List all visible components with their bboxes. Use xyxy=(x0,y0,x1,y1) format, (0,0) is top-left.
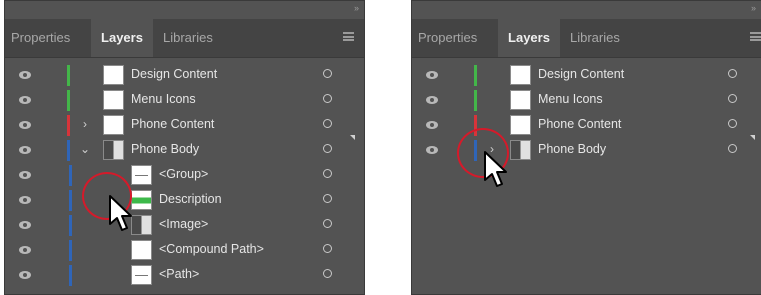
tab-layers[interactable]: Layers xyxy=(498,19,560,57)
layer-row[interactable]: ⌄ Phone Body xyxy=(5,135,364,163)
layer-thumbnail xyxy=(510,140,531,160)
layers-panel-expanded: ›› Properties Layers Libraries Design Co… xyxy=(4,0,365,295)
layer-name[interactable]: Menu Icons xyxy=(131,92,196,106)
layer-color-bar xyxy=(69,190,72,211)
layer-thumbnail xyxy=(103,140,124,160)
layer-row[interactable]: <Compound Path> xyxy=(5,238,364,263)
layer-name[interactable]: Phone Body xyxy=(538,142,606,156)
layer-thumbnail xyxy=(131,190,152,210)
eye-icon[interactable] xyxy=(19,246,31,254)
selection-indicator-icon xyxy=(350,135,355,140)
eye-icon[interactable] xyxy=(19,271,31,279)
layer-row[interactable]: <Path> xyxy=(5,263,364,288)
layer-color-bar xyxy=(474,90,477,111)
layer-thumbnail xyxy=(510,115,531,135)
mouse-pointer-icon xyxy=(109,195,132,231)
eye-icon[interactable] xyxy=(19,221,31,229)
eye-icon[interactable] xyxy=(19,96,31,104)
target-circle-icon[interactable] xyxy=(323,219,332,228)
layer-color-bar xyxy=(69,265,72,286)
eye-icon[interactable] xyxy=(426,121,438,129)
layer-color-bar xyxy=(69,165,72,186)
disclosure-arrow-icon[interactable]: ⌄ xyxy=(79,142,91,156)
tab-libraries[interactable]: Libraries xyxy=(570,19,640,57)
target-circle-icon[interactable] xyxy=(323,119,332,128)
eye-icon[interactable] xyxy=(426,146,438,154)
target-circle-icon[interactable] xyxy=(728,69,737,78)
layer-name[interactable]: Menu Icons xyxy=(538,92,603,106)
eye-icon[interactable] xyxy=(19,171,31,179)
tab-properties[interactable]: Properties xyxy=(418,19,492,57)
layer-row[interactable]: ›Description xyxy=(5,188,364,213)
layer-row[interactable]: <Group> xyxy=(5,163,364,188)
layer-thumbnail xyxy=(510,65,531,85)
panel-menu-icon[interactable] xyxy=(750,32,761,41)
target-circle-icon[interactable] xyxy=(323,269,332,278)
target-circle-icon[interactable] xyxy=(323,169,332,178)
collapse-panel-icon[interactable]: ›› xyxy=(354,3,359,13)
eye-icon[interactable] xyxy=(19,71,31,79)
layer-color-bar xyxy=(67,90,70,111)
target-circle-icon[interactable] xyxy=(728,94,737,103)
layer-row[interactable]: › Phone Content xyxy=(5,113,364,138)
layer-color-bar xyxy=(67,65,70,86)
layer-row[interactable]: Menu Icons xyxy=(5,88,364,113)
panel-tab-bar: Properties Layers Libraries xyxy=(412,19,761,58)
selection-indicator-icon xyxy=(750,135,755,140)
collapse-panel-icon[interactable]: ›› xyxy=(751,3,756,13)
layer-name[interactable]: Phone Body xyxy=(131,142,199,156)
layers-list: Design Content Menu Icons › Phone Content ⌄ P… xyxy=(5,63,364,288)
eye-icon[interactable] xyxy=(19,196,31,204)
layer-color-bar xyxy=(69,215,72,236)
tab-properties[interactable]: Properties xyxy=(11,19,85,57)
layer-thumbnail xyxy=(131,165,152,185)
panel-tab-bar: Properties Layers Libraries xyxy=(5,19,364,58)
target-circle-icon[interactable] xyxy=(323,144,332,153)
target-circle-icon[interactable] xyxy=(323,69,332,78)
panel-menu-icon[interactable] xyxy=(343,32,354,41)
target-circle-icon[interactable] xyxy=(323,94,332,103)
layer-thumbnail xyxy=(131,215,152,235)
layer-name[interactable]: Phone Content xyxy=(538,117,621,131)
layer-thumbnail xyxy=(131,265,152,285)
target-circle-icon[interactable] xyxy=(323,194,332,203)
eye-icon[interactable] xyxy=(426,71,438,79)
tab-layers[interactable]: Layers xyxy=(91,19,153,57)
layer-thumbnail xyxy=(103,115,124,135)
layer-thumbnail xyxy=(103,90,124,110)
eye-icon[interactable] xyxy=(426,96,438,104)
layer-name[interactable]: Design Content xyxy=(131,67,217,81)
target-circle-icon[interactable] xyxy=(728,119,737,128)
layer-thumbnail xyxy=(131,240,152,260)
target-circle-icon[interactable] xyxy=(323,244,332,253)
layer-color-bar xyxy=(474,65,477,86)
layer-thumbnail xyxy=(510,90,531,110)
layer-name[interactable]: <Path> xyxy=(159,267,199,281)
eye-icon[interactable] xyxy=(19,146,31,154)
layer-color-bar xyxy=(69,240,72,261)
layer-name[interactable]: Description xyxy=(159,192,222,206)
mouse-pointer-icon xyxy=(484,151,507,187)
layer-row[interactable]: Menu Icons xyxy=(412,88,761,113)
layer-row[interactable]: Design Content xyxy=(5,63,364,88)
layer-name[interactable]: <Image> xyxy=(159,217,208,231)
layer-row[interactable]: Design Content xyxy=(412,63,761,88)
layer-color-bar xyxy=(67,140,70,161)
target-circle-icon[interactable] xyxy=(728,144,737,153)
layer-name[interactable]: <Compound Path> xyxy=(159,242,264,256)
layer-name[interactable]: Phone Content xyxy=(131,117,214,131)
layer-name[interactable]: <Group> xyxy=(159,167,208,181)
tab-libraries[interactable]: Libraries xyxy=(163,19,233,57)
layer-name[interactable]: Design Content xyxy=(538,67,624,81)
disclosure-arrow-icon[interactable]: › xyxy=(79,117,91,131)
layer-color-bar xyxy=(67,115,70,136)
eye-icon[interactable] xyxy=(19,121,31,129)
layer-thumbnail xyxy=(103,65,124,85)
layer-row[interactable]: <Image> xyxy=(5,213,364,238)
